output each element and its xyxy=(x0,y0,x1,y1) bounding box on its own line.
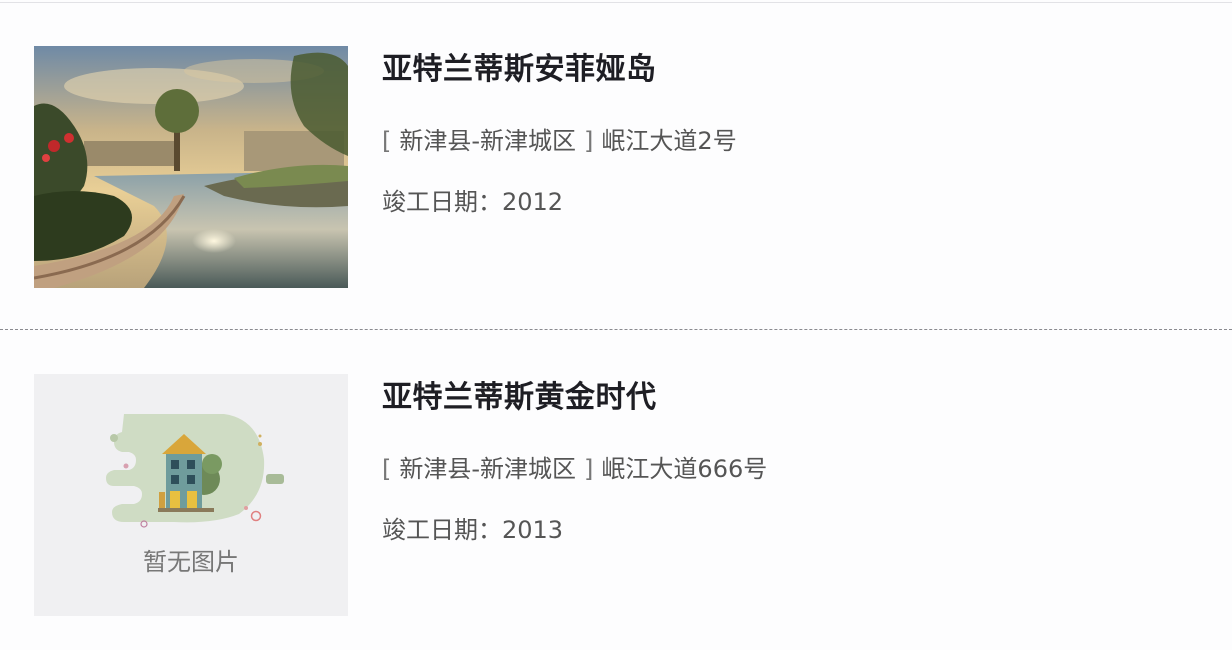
completion-year: 2012 xyxy=(502,188,564,216)
listing-title[interactable]: 亚特兰蒂斯安菲娅岛 xyxy=(382,44,657,88)
completion-date: 竣工日期：2012 xyxy=(382,182,563,217)
listing-divider xyxy=(0,329,1232,330)
no-image-label: 暂无图片 xyxy=(143,548,239,576)
listing-photo-placeholder[interactable]: 暂无图片 xyxy=(34,374,348,616)
resort-pool-image xyxy=(34,46,348,288)
house-placeholder-icon xyxy=(106,414,284,528)
address-bracket-open: [ xyxy=(382,127,392,155)
address-bracket-close: ] xyxy=(584,127,594,155)
listing-title[interactable]: 亚特兰蒂斯黄金时代 xyxy=(382,372,657,416)
completion-year: 2013 xyxy=(502,516,564,544)
completion-date: 竣工日期：2013 xyxy=(382,510,563,545)
address-bracket-close: ] xyxy=(584,455,594,483)
address-street: 岷江大道2号 xyxy=(601,127,737,155)
listing-address: [新津县-新津城区] 岷江大道2号 xyxy=(382,121,737,156)
listing-item: 亚特兰蒂斯安菲娅岛 [新津县-新津城区] 岷江大道2号 竣工日期：2012 xyxy=(0,0,1232,290)
completion-label: 竣工日期： xyxy=(382,188,502,216)
address-street: 岷江大道666号 xyxy=(601,455,768,483)
listing-item: 暂无图片 亚特兰蒂斯黄金时代 [新津县-新津城区] 岷江大道666号 竣工日期：2… xyxy=(0,332,1232,622)
address-district: 新津县-新津城区 xyxy=(399,127,577,155)
listing-address: [新津县-新津城区] 岷江大道666号 xyxy=(382,449,767,484)
address-district: 新津县-新津城区 xyxy=(399,455,577,483)
completion-label: 竣工日期： xyxy=(382,516,502,544)
listing-photo[interactable] xyxy=(34,46,348,288)
address-bracket-open: [ xyxy=(382,455,392,483)
